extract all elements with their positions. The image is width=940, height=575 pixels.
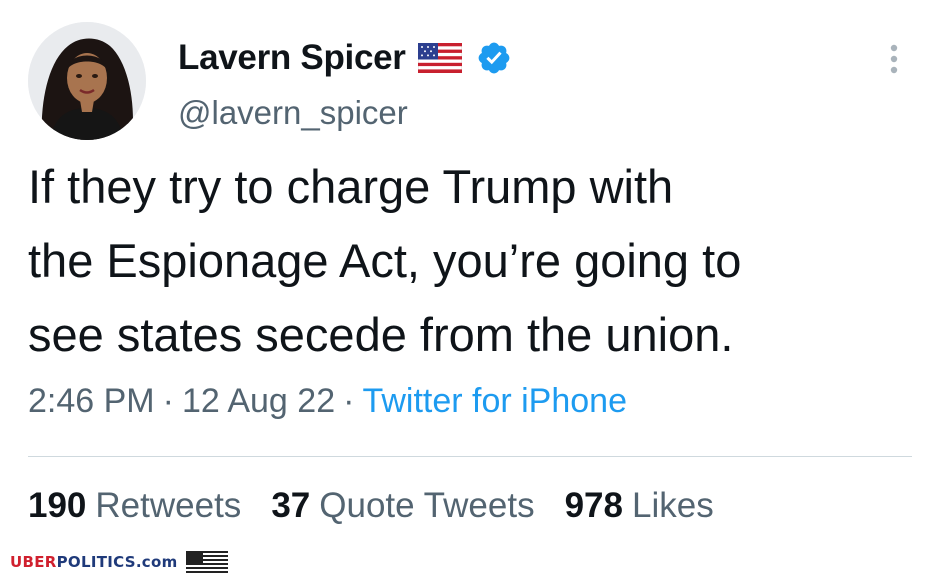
tweet-text: If they try to charge Trump with the Esp…	[28, 150, 928, 372]
author-handle[interactable]: @lavern_spicer	[178, 94, 408, 132]
author-name-row: Lavern Spicer	[178, 36, 512, 80]
tweet-text-line: the Espionage Act, you’re going to	[28, 234, 742, 287]
verified-badge-icon	[476, 40, 512, 76]
retweets-label: Retweets	[95, 486, 242, 525]
divider	[28, 456, 912, 457]
us-flag-icon	[417, 43, 462, 73]
quote-tweets-stat[interactable]: 37 Quote Tweets	[271, 486, 534, 526]
retweets-stat[interactable]: 190 Retweets	[28, 486, 241, 526]
tweet-text-line: If they try to charge Trump with	[28, 160, 674, 213]
more-options-icon[interactable]	[876, 40, 912, 80]
watermark-part: POLITICS	[56, 553, 136, 571]
site-watermark: UBERPOLITICS.com	[10, 550, 228, 574]
us-flag-icon	[185, 551, 228, 573]
avatar[interactable]	[28, 22, 146, 140]
tweet-source-link[interactable]: Twitter for iPhone	[362, 382, 627, 420]
quote-tweets-label: Quote Tweets	[319, 486, 535, 525]
quote-tweets-count: 37	[271, 486, 311, 525]
retweets-count: 190	[28, 486, 87, 525]
watermark-part: UBER	[10, 553, 57, 571]
tweet-time[interactable]: 2:46 PM	[28, 382, 155, 420]
watermark-part: .com	[135, 553, 178, 571]
tweet-text-line: see states secede from the union.	[28, 308, 734, 361]
separator: ·	[162, 382, 174, 420]
watermark-text: UBERPOLITICS.com	[10, 553, 178, 571]
display-name[interactable]: Lavern Spicer	[178, 38, 406, 78]
likes-count: 978	[564, 486, 623, 525]
tweet-date[interactable]: 12 Aug 22	[182, 382, 335, 420]
likes-stat[interactable]: 978 Likes	[565, 486, 714, 526]
likes-label: Likes	[631, 486, 714, 525]
engagement-stats: 190 Retweets 37 Quote Tweets 978 Likes	[28, 486, 744, 526]
separator: ·	[343, 382, 355, 420]
tweet-metadata: 2:46 PM · 12 Aug 22 · Twitter for iPhone	[28, 382, 627, 421]
